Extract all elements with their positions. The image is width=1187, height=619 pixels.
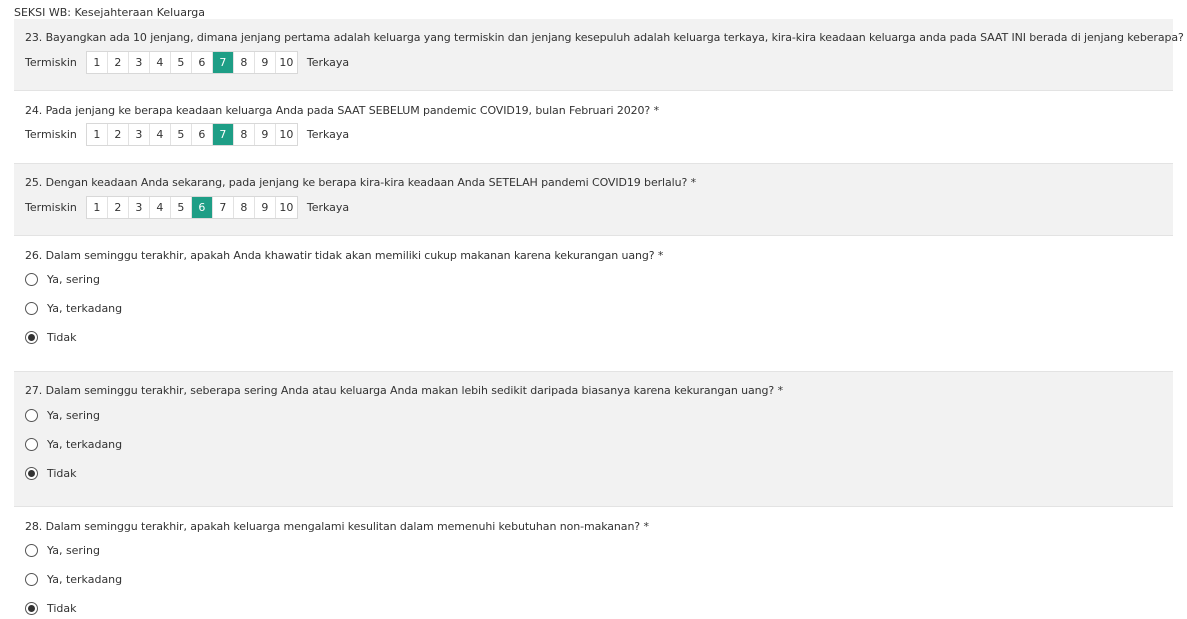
radio-button[interactable] xyxy=(25,272,38,286)
radio-button[interactable] xyxy=(25,301,38,315)
scale-option-2[interactable]: 2 xyxy=(107,123,129,145)
radio-label: Ya, terkadang xyxy=(47,437,123,451)
scale-high-label: Terkaya xyxy=(306,200,350,214)
radio-dot xyxy=(28,333,35,341)
question-title: 24. Pada jenjang ke berapa keadaan kelua… xyxy=(25,104,659,117)
question-title: 25. Dengan keadaan Anda sekarang, pada j… xyxy=(25,176,696,189)
question-26: 26. Dalam seminggu terakhir, apakah Anda… xyxy=(14,236,1173,372)
radio-option[interactable]: Ya, terkadang xyxy=(25,300,122,316)
scale-option-9[interactable]: 9 xyxy=(254,123,276,145)
scale-low-label: Termiskin xyxy=(25,200,77,214)
radio-label: Tidak xyxy=(47,466,77,480)
scale-option-10[interactable]: 10 xyxy=(275,196,297,218)
scale-option-9[interactable]: 9 xyxy=(254,51,276,73)
radio-button-checked[interactable] xyxy=(25,330,38,344)
rating-scale: Termiskin 1 2 3 4 5 6 7 8 9 10 Terkaya xyxy=(25,195,350,219)
question-title: 23. Bayangkan ada 10 jenjang, dimana jen… xyxy=(25,31,1187,44)
scale-option-7[interactable]: 7 xyxy=(212,196,234,218)
radio-button-checked[interactable] xyxy=(25,601,38,615)
scale-low-label: Termiskin xyxy=(25,127,77,141)
radio-button[interactable] xyxy=(25,572,38,586)
scale-option-5[interactable]: 5 xyxy=(170,196,192,218)
radio-option[interactable]: Tidak xyxy=(25,329,77,345)
scale-option-1[interactable]: 1 xyxy=(86,51,108,73)
scale-high-label: Terkaya xyxy=(306,55,350,69)
scale-low-label: Termiskin xyxy=(25,55,77,69)
radio-dot xyxy=(28,604,35,612)
scale-options: 1 2 3 4 5 6 7 8 9 10 xyxy=(85,50,298,74)
radio-option[interactable]: Ya, sering xyxy=(25,542,100,558)
scale-option-10[interactable]: 10 xyxy=(275,123,297,145)
question-23: 23. Bayangkan ada 10 jenjang, dimana jen… xyxy=(14,19,1187,91)
radio-button-checked[interactable] xyxy=(25,466,38,480)
scale-option-10[interactable]: 10 xyxy=(275,51,297,73)
scale-option-5[interactable]: 5 xyxy=(170,123,192,145)
scale-option-4[interactable]: 4 xyxy=(149,196,171,218)
scale-option-3[interactable]: 3 xyxy=(128,51,150,73)
question-title: 26. Dalam seminggu terakhir, apakah Anda… xyxy=(25,249,664,262)
rating-scale: Termiskin 1 2 3 4 5 6 7 8 9 10 Terkaya xyxy=(25,50,350,74)
scale-option-2[interactable]: 2 xyxy=(107,51,129,73)
scale-option-9[interactable]: 9 xyxy=(254,196,276,218)
scale-option-5[interactable]: 5 xyxy=(170,51,192,73)
scale-option-1[interactable]: 1 xyxy=(86,196,108,218)
question-title: 27. Dalam seminggu terakhir, seberapa se… xyxy=(25,384,783,397)
radio-label: Ya, sering xyxy=(47,272,100,286)
radio-option[interactable]: Ya, sering xyxy=(25,407,100,423)
radio-option[interactable]: Ya, sering xyxy=(25,271,100,287)
scale-option-6[interactable]: 6 xyxy=(191,196,213,218)
scale-option-6[interactable]: 6 xyxy=(191,51,213,73)
scale-option-1[interactable]: 1 xyxy=(86,123,108,145)
radio-button[interactable] xyxy=(25,437,38,451)
scale-option-4[interactable]: 4 xyxy=(149,123,171,145)
radio-option[interactable]: Ya, terkadang xyxy=(25,436,122,452)
radio-label: Tidak xyxy=(47,601,77,615)
question-25: 25. Dengan keadaan Anda sekarang, pada j… xyxy=(14,164,1173,236)
section-title: SEKSI WB: Kesejahteraan Keluarga xyxy=(14,6,206,19)
radio-label: Ya, terkadang xyxy=(47,301,123,315)
scale-option-7[interactable]: 7 xyxy=(212,51,234,73)
scale-options: 1 2 3 4 5 6 7 8 9 10 xyxy=(85,195,298,219)
radio-button[interactable] xyxy=(25,543,38,557)
scale-option-8[interactable]: 8 xyxy=(233,123,255,145)
scale-option-8[interactable]: 8 xyxy=(233,196,255,218)
scale-option-6[interactable]: 6 xyxy=(191,123,213,145)
question-24: 24. Pada jenjang ke berapa keadaan kelua… xyxy=(14,91,1173,164)
question-28: 28. Dalam seminggu terakhir, apakah kelu… xyxy=(14,507,1173,619)
scale-options: 1 2 3 4 5 6 7 8 9 10 xyxy=(85,122,298,146)
question-title: 28. Dalam seminggu terakhir, apakah kelu… xyxy=(25,520,649,533)
radio-label: Ya, terkadang xyxy=(47,572,123,586)
radio-label: Ya, sering xyxy=(47,543,100,557)
rating-scale: Termiskin 1 2 3 4 5 6 7 8 9 10 Terkaya xyxy=(25,122,350,146)
radio-button[interactable] xyxy=(25,408,38,422)
scale-option-4[interactable]: 4 xyxy=(149,51,171,73)
radio-label: Tidak xyxy=(47,330,77,344)
radio-option[interactable]: Ya, terkadang xyxy=(25,571,122,587)
radio-option[interactable]: Tidak xyxy=(25,465,77,481)
scale-option-3[interactable]: 3 xyxy=(128,196,150,218)
scale-option-2[interactable]: 2 xyxy=(107,196,129,218)
scale-option-8[interactable]: 8 xyxy=(233,51,255,73)
scale-high-label: Terkaya xyxy=(306,127,350,141)
question-27: 27. Dalam seminggu terakhir, seberapa se… xyxy=(14,372,1173,507)
scale-option-3[interactable]: 3 xyxy=(128,123,150,145)
radio-label: Ya, sering xyxy=(47,408,100,422)
radio-option[interactable]: Tidak xyxy=(25,600,77,616)
scale-option-7[interactable]: 7 xyxy=(212,123,234,145)
radio-dot xyxy=(28,469,35,477)
